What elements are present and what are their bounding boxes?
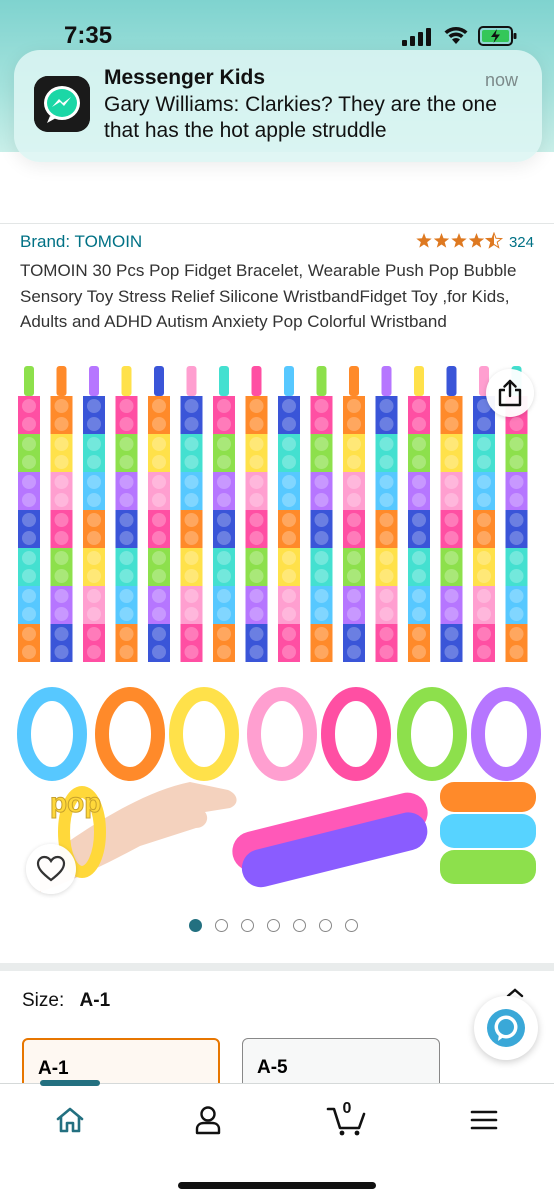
bracelet-strap xyxy=(83,366,105,662)
brand-link[interactable]: Brand: TOMOIN xyxy=(20,232,142,252)
app-screen: 7:35 Messenger Kids now Gary Williams: C… xyxy=(0,0,554,1200)
header-spacer xyxy=(0,152,554,224)
bracelet-strap xyxy=(50,366,73,662)
bracelet-strap xyxy=(375,366,398,662)
notification-time: now xyxy=(484,70,518,90)
image-carousel-dots xyxy=(189,919,369,935)
bracelet-ring xyxy=(471,687,541,781)
signal-icon xyxy=(402,28,431,46)
bracelet-ring xyxy=(169,687,239,781)
bracelet-strap xyxy=(440,366,463,662)
product-title: TOMOIN 30 Pcs Pop Fidget Bracelet, Weara… xyxy=(20,261,517,331)
nav-home[interactable] xyxy=(42,1100,98,1140)
push-notification[interactable]: Messenger Kids now Gary Williams: Clarki… xyxy=(14,50,542,162)
wishlist-button[interactable] xyxy=(26,844,76,894)
alexa-button[interactable] xyxy=(474,996,538,1060)
size-label: Size: xyxy=(22,990,65,1011)
rating-count[interactable]: 324 xyxy=(509,234,534,251)
account-icon xyxy=(195,1106,221,1135)
carousel-dot[interactable] xyxy=(319,919,332,932)
share-button[interactable] xyxy=(486,369,534,417)
nav-cart[interactable]: 0 xyxy=(318,1100,374,1140)
carousel-dot[interactable] xyxy=(215,919,228,932)
notification-app-name: Messenger Kids xyxy=(104,66,266,89)
home-icon xyxy=(56,1107,84,1133)
bracelet-ring xyxy=(397,687,467,781)
alexa-icon xyxy=(487,1009,525,1047)
home-indicator xyxy=(178,1182,376,1189)
bracelet-strap xyxy=(278,366,300,662)
section-divider xyxy=(0,963,554,971)
heart-icon xyxy=(36,855,66,882)
nav-menu[interactable] xyxy=(456,1100,512,1140)
bottom-navigation: 0 xyxy=(0,1080,554,1200)
wifi-icon xyxy=(444,27,468,44)
carousel-dot[interactable] xyxy=(293,919,306,932)
brand-row: Brand: TOMOIN 324 xyxy=(20,232,534,254)
bracelet-ring xyxy=(17,687,87,781)
bracelet-strap xyxy=(473,366,495,662)
bracelet-strap xyxy=(245,366,268,662)
status-time: 7:35 xyxy=(64,22,113,49)
bracelet-strap xyxy=(310,366,333,662)
bracelet-strap xyxy=(18,366,40,662)
product-image[interactable]: pop xyxy=(0,362,554,892)
bracelet-strap xyxy=(213,366,235,662)
nav-active-indicator xyxy=(40,1080,100,1086)
nav-account[interactable] xyxy=(180,1100,236,1140)
cart-count: 0 xyxy=(342,1100,352,1117)
size-selected-value: A-1 xyxy=(79,990,111,1011)
carousel-dot[interactable] xyxy=(241,919,254,932)
bracelet-strap xyxy=(115,366,138,662)
bracelet-strap xyxy=(148,366,170,662)
size-selection-header: Size: A-1 xyxy=(22,990,110,1012)
bracelet-strap xyxy=(408,366,430,662)
bracelet-strap xyxy=(343,366,365,662)
menu-icon xyxy=(470,1110,498,1130)
carousel-dot[interactable] xyxy=(267,919,280,932)
carousel-dot[interactable] xyxy=(189,919,202,932)
pop-badge-text: pop xyxy=(50,787,101,818)
rating-stars[interactable] xyxy=(416,232,504,250)
bracelet-ring xyxy=(247,687,317,781)
carousel-dot[interactable] xyxy=(345,919,358,932)
bracelet-ring xyxy=(95,687,165,781)
bracelet-ring xyxy=(321,687,391,781)
notification-message: Gary Williams: Clarkies? They are the on… xyxy=(104,93,497,142)
share-icon xyxy=(498,379,522,407)
battery-charging-icon xyxy=(478,26,517,46)
messenger-kids-app-icon xyxy=(34,76,90,132)
bracelet-strap xyxy=(180,366,203,662)
